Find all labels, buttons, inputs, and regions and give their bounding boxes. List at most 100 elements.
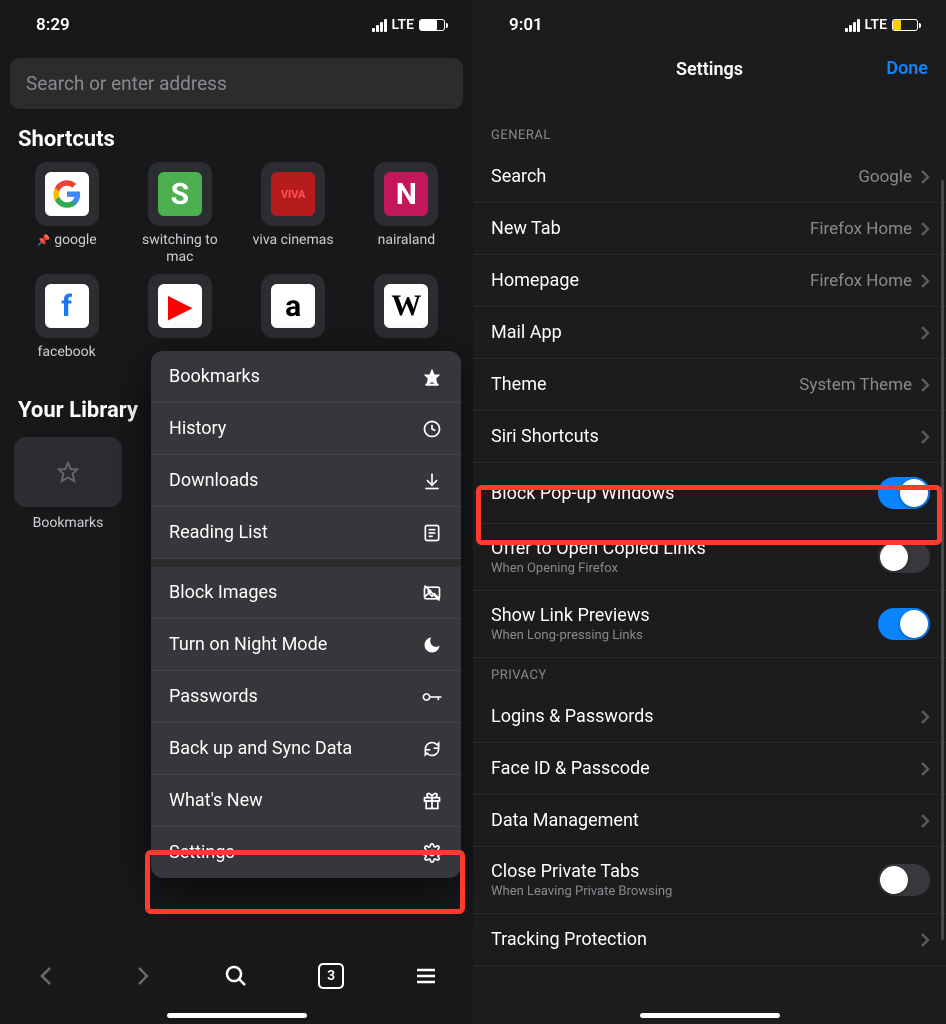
- shortcut-tile: a: [261, 274, 325, 338]
- setting-label: Block Pop-up Windows: [491, 483, 674, 504]
- library-label: Bookmarks: [33, 515, 104, 531]
- main-menu-popup: Bookmarks History Downloads Reading List Blo…: [151, 351, 461, 878]
- setting-label: Face ID & Passcode: [491, 758, 650, 779]
- shortcuts-title: Shortcuts: [0, 125, 473, 162]
- shortcut-tile: [35, 162, 99, 226]
- shortcut-switching to mac[interactable]: Sswitching to mac: [127, 162, 232, 266]
- menu-item-label: Downloads: [169, 470, 258, 491]
- menu-item-label: Passwords: [169, 686, 258, 707]
- chevron-right-icon: [920, 761, 930, 777]
- shortcut-google[interactable]: 📌google: [14, 162, 119, 266]
- setting-tracking-protection[interactable]: Tracking Protection: [473, 914, 946, 966]
- setting-label: Data Management: [491, 810, 639, 831]
- status-right: LTE: [845, 17, 918, 33]
- menu-downloads[interactable]: Downloads: [151, 455, 461, 507]
- no-image-icon: [421, 583, 443, 603]
- status-bar-left: 8:29 LTE: [0, 0, 473, 44]
- shortcut-nairaland[interactable]: Nnairaland: [354, 162, 459, 266]
- menu-item-label: Settings: [169, 842, 235, 863]
- search-placeholder: Search or enter address: [26, 72, 227, 95]
- setting-block-pop-up-windows[interactable]: Block Pop-up Windows: [473, 463, 946, 524]
- library-bookmarks[interactable]: Bookmarks: [14, 437, 122, 531]
- star-outline-icon: [14, 437, 122, 507]
- sync-icon: [421, 739, 443, 759]
- toggle-switch[interactable]: [878, 477, 930, 509]
- chevron-right-icon: [920, 709, 930, 725]
- scrollbar[interactable]: [941, 180, 944, 940]
- setting-homepage[interactable]: HomepageFirefox Home: [473, 255, 946, 307]
- shortcut-tile: VIVA: [261, 162, 325, 226]
- shortcut-viva cinemas[interactable]: VIVA viva cinemas: [241, 162, 346, 266]
- setting-data-management[interactable]: Data Management: [473, 795, 946, 847]
- toggle-knob: [900, 610, 928, 638]
- menu-settings[interactable]: Settings: [151, 827, 461, 878]
- menu-item-label: History: [169, 418, 226, 439]
- gear-icon: [421, 843, 443, 863]
- toggle-knob: [880, 866, 908, 894]
- setting-sublabel: When Long-pressing Links: [491, 628, 650, 643]
- settings-screen: 9:01 LTE Settings Done GENERALSearchGoog…: [473, 0, 946, 1024]
- shortcut-label: viva cinemas: [253, 232, 334, 266]
- setting-value: Firefox Home: [810, 219, 912, 239]
- setting-label: Tracking Protection: [491, 929, 647, 950]
- setting-offer-to-open-copied-links[interactable]: Offer to Open Copied LinksWhen Opening F…: [473, 524, 946, 591]
- setting-mail-app[interactable]: Mail App: [473, 307, 946, 359]
- setting-value: Google: [858, 167, 912, 187]
- chevron-right-icon: [920, 377, 930, 393]
- setting-search[interactable]: SearchGoogle: [473, 151, 946, 203]
- chevron-right-icon: [920, 429, 930, 445]
- back-button[interactable]: [30, 959, 64, 993]
- battery-icon: [419, 19, 445, 31]
- battery-icon: [892, 19, 918, 31]
- menu-bookmarks[interactable]: Bookmarks: [151, 351, 461, 403]
- tabs-button[interactable]: 3: [314, 959, 348, 993]
- home-indicator: [167, 1013, 307, 1018]
- shortcut-facebook[interactable]: ffacebook: [14, 274, 119, 378]
- menu-turn-on-night-mode[interactable]: Turn on Night Mode: [151, 619, 461, 671]
- done-button[interactable]: Done: [886, 58, 928, 79]
- settings-list: GENERALSearchGoogleNew TabFirefox HomeHo…: [473, 118, 946, 966]
- chevron-right-icon: [920, 221, 930, 237]
- pin-icon: 📌: [37, 234, 51, 247]
- shortcut-tile: ▶: [148, 274, 212, 338]
- setting-close-private-tabs[interactable]: Close Private TabsWhen Leaving Private B…: [473, 847, 946, 914]
- setting-label: Homepage: [491, 270, 579, 291]
- menu-passwords[interactable]: Passwords: [151, 671, 461, 723]
- shortcut-label: 📌google: [37, 232, 97, 266]
- menu-back-up-and-sync-data[interactable]: Back up and Sync Data: [151, 723, 461, 775]
- shortcut-label: nairaland: [378, 232, 435, 266]
- toggle-switch[interactable]: [878, 541, 930, 573]
- toggle-switch[interactable]: [878, 608, 930, 640]
- menu-item-label: Turn on Night Mode: [169, 634, 327, 655]
- forward-button[interactable]: [125, 959, 159, 993]
- clock-icon: [421, 419, 443, 439]
- signal-icon: [845, 19, 860, 32]
- menu-block-images[interactable]: Block Images: [151, 567, 461, 619]
- search-button[interactable]: [219, 959, 253, 993]
- setting-theme[interactable]: ThemeSystem Theme: [473, 359, 946, 411]
- signal-icon: [372, 19, 387, 32]
- gift-icon: [421, 791, 443, 811]
- status-time: 8:29: [36, 15, 70, 35]
- setting-face-id-passcode[interactable]: Face ID & Passcode: [473, 743, 946, 795]
- setting-label: Siri Shortcuts: [491, 426, 599, 447]
- setting-logins-passwords[interactable]: Logins & Passwords: [473, 691, 946, 743]
- home-screen: 8:29 LTE Search or enter address Shortcu…: [0, 0, 473, 1024]
- menu-button[interactable]: [409, 959, 443, 993]
- toggle-switch[interactable]: [878, 864, 930, 896]
- menu-history[interactable]: History: [151, 403, 461, 455]
- setting-siri-shortcuts[interactable]: Siri Shortcuts: [473, 411, 946, 463]
- menu-what-s-new[interactable]: What's New: [151, 775, 461, 827]
- setting-new-tab[interactable]: New TabFirefox Home: [473, 203, 946, 255]
- network-label: LTE: [865, 17, 887, 33]
- setting-show-link-previews[interactable]: Show Link Previews When Long-pressing Lin…: [473, 591, 946, 658]
- menu-item-label: Block Images: [169, 582, 277, 603]
- menu-reading-list[interactable]: Reading List: [151, 507, 461, 559]
- setting-label: Close Private Tabs: [491, 861, 672, 882]
- setting-label: Offer to Open Copied Links: [491, 538, 706, 559]
- star-filled-icon: [421, 367, 443, 387]
- reader-icon: [421, 523, 443, 543]
- home-indicator: [640, 1013, 780, 1018]
- setting-label: Show Link Previews: [491, 605, 650, 626]
- search-input[interactable]: Search or enter address: [10, 58, 463, 109]
